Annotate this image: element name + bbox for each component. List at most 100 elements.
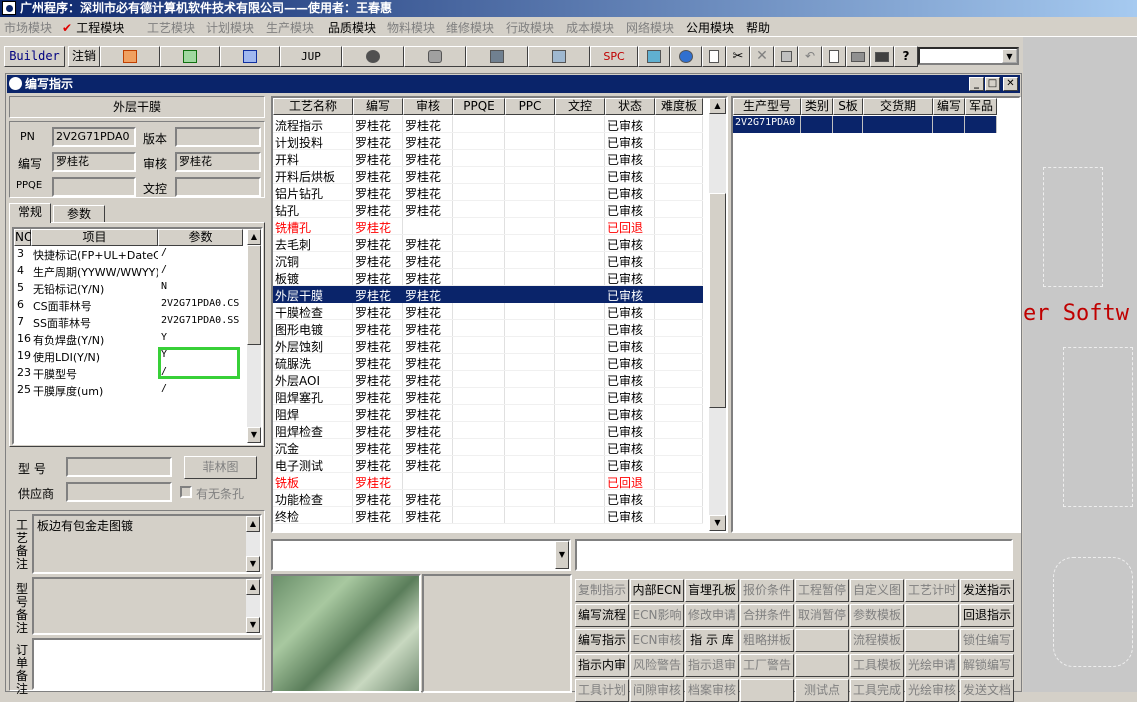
process-row[interactable]: 硫脲洗 罗桂花 罗桂花 已审核 <box>273 354 703 371</box>
param-row[interactable]: 25 干膜厚度(um) / <box>14 382 246 399</box>
process-header-7[interactable]: 难度板 <box>655 98 703 115</box>
action-button-2-3[interactable]: 粗略拼板 <box>740 629 794 652</box>
chevron-down-icon[interactable]: ▼ <box>1002 49 1017 63</box>
action-button-0-1[interactable]: 内部ECN <box>630 579 684 602</box>
product-header-4[interactable]: 编写 <box>933 98 965 115</box>
product-table[interactable]: 生产型号 类别 S板 交货期 编写 军品 2V2G71PDA0 <box>731 96 1021 533</box>
pn-field[interactable]: 2V2G71PDA0 <box>52 127 136 147</box>
param-row[interactable]: 23 干膜型号 / <box>14 365 246 382</box>
process-row[interactable]: 去毛刺 罗桂花 罗桂花 已审核 <box>273 235 703 252</box>
action-button-4-1[interactable]: 间隙审核 <box>630 679 684 702</box>
action-button-2-4[interactable] <box>795 629 849 652</box>
process-header-0[interactable]: 工艺名称 <box>273 98 353 115</box>
action-button-1-5[interactable]: 参数模板 <box>850 604 904 627</box>
action-button-0-5[interactable]: 自定义图 <box>850 579 904 602</box>
process-row[interactable]: 功能检查 罗桂花 罗桂花 已审核 <box>273 490 703 507</box>
binoculars-button[interactable] <box>870 46 894 67</box>
supplier-field[interactable] <box>66 482 172 502</box>
process-row[interactable]: 计划投料 罗桂花 罗桂花 已审核 <box>273 133 703 150</box>
action-button-4-3[interactable] <box>740 679 794 702</box>
menu-item-3[interactable]: 计划模块 <box>206 19 254 36</box>
process-header-1[interactable]: 编写 <box>353 98 403 115</box>
model-note-field[interactable]: ▲ ▼ <box>32 577 262 635</box>
product-header-2[interactable]: S板 <box>833 98 863 115</box>
model-field[interactable] <box>66 457 172 477</box>
action-button-1-3[interactable]: 合拼条件 <box>740 604 794 627</box>
action-button-2-2[interactable]: 指 示 库 <box>685 629 739 652</box>
action-button-1-1[interactable]: ECN影响 <box>630 604 684 627</box>
process-header-2[interactable]: 审核 <box>403 98 453 115</box>
process-header-4[interactable]: PPC <box>505 98 555 115</box>
delete-button[interactable]: ✕ <box>750 46 774 67</box>
action-button-3-5[interactable]: 工具模板 <box>850 654 904 677</box>
film-image-button[interactable]: 菲林图 <box>184 456 257 479</box>
action-button-3-3[interactable]: 工厂警告 <box>740 654 794 677</box>
process-header-5[interactable]: 文控 <box>555 98 605 115</box>
help-button[interactable]: ? <box>894 46 918 67</box>
process-row[interactable]: 钻孔 罗桂花 罗桂花 已审核 <box>273 201 703 218</box>
logout-button[interactable]: 注销 <box>68 46 100 67</box>
action-button-1-2[interactable]: 修改申请 <box>685 604 739 627</box>
param-row[interactable]: 4 生产周期(YYWW/WWYY) / <box>14 263 246 280</box>
craft-note-field[interactable]: 板边有包金走图镀 ▲ ▼ <box>32 514 262 574</box>
action-button-1-0[interactable]: 编写流程 <box>575 604 629 627</box>
param-row[interactable]: 19 使用LDI(Y/N) Y <box>14 348 246 365</box>
process-row[interactable]: 终检 罗桂花 罗桂花 已审核 <box>273 507 703 524</box>
process-row[interactable]: 干膜检查 罗桂花 罗桂花 已审核 <box>273 303 703 320</box>
print-preview-button[interactable] <box>822 46 846 67</box>
menu-item-10[interactable]: 网络模块 <box>626 19 674 36</box>
menu-item-2[interactable]: 工艺模块 <box>147 19 195 36</box>
chevron-down-icon[interactable]: ▼ <box>555 541 569 569</box>
excel-button[interactable] <box>160 46 220 67</box>
process-row[interactable]: 铣板 罗桂花 已回退 <box>273 473 703 490</box>
process-row[interactable]: 阻焊 罗桂花 罗桂花 已审核 <box>273 405 703 422</box>
action-button-1-6[interactable] <box>905 604 959 627</box>
menu-item-9[interactable]: 成本模块 <box>566 19 614 36</box>
menu-item-8[interactable]: 行政模块 <box>506 19 554 36</box>
ie-button[interactable] <box>670 46 702 67</box>
spc-button[interactable]: SPC <box>590 46 638 67</box>
process-header-6[interactable]: 状态 <box>605 98 655 115</box>
action-button-4-7[interactable]: 发送文档 <box>960 679 1014 702</box>
toolbar-combo[interactable]: ▼ <box>918 47 1019 65</box>
action-button-4-5[interactable]: 工具完成 <box>850 679 904 702</box>
action-button-3-6[interactable]: 光绘申请 <box>905 654 959 677</box>
process-row[interactable]: 阻焊检查 罗桂花 罗桂花 已审核 <box>273 422 703 439</box>
builder-button[interactable]: Builder <box>4 46 65 67</box>
process-row[interactable]: 开料 罗桂花 罗桂花 已审核 <box>273 150 703 167</box>
param-row[interactable]: 3 快捷标记(FP+UL+DateC / <box>14 246 246 263</box>
action-button-0-2[interactable]: 盲埋孔板 <box>685 579 739 602</box>
minimize-button[interactable]: _ <box>969 77 984 91</box>
action-button-1-4[interactable]: 取消暂停 <box>795 604 849 627</box>
param-table[interactable]: NO 项目 参数 ▲ ▼ 3 快捷标记(FP+UL+DateC/4 生产周期(YYW… <box>12 227 263 445</box>
close-button[interactable]: ✕ <box>1003 77 1018 91</box>
process-row[interactable]: 外层AOI 罗桂花 罗桂花 已审核 <box>273 371 703 388</box>
database-button[interactable] <box>404 46 466 67</box>
tab-general[interactable]: 常规 <box>9 203 51 223</box>
process-row[interactable]: 阻焊塞孔 罗桂花 罗桂花 已审核 <box>273 388 703 405</box>
product-header-3[interactable]: 交货期 <box>863 98 933 115</box>
message-field[interactable] <box>575 539 1013 571</box>
action-button-0-7[interactable]: 发送指示 <box>960 579 1014 602</box>
process-row[interactable]: 电子测试 罗桂花 罗桂花 已审核 <box>273 456 703 473</box>
computer-button[interactable] <box>528 46 590 67</box>
product-header-0[interactable]: 生产型号 <box>733 98 801 115</box>
save-button[interactable] <box>774 46 798 67</box>
menu-item-6[interactable]: 物料模块 <box>387 19 435 36</box>
param-row[interactable]: 16 有负焊盘(Y/N) Y <box>14 331 246 348</box>
product-header-1[interactable]: 类别 <box>801 98 833 115</box>
process-row[interactable]: 流程指示 罗桂花 罗桂花 已审核 <box>273 116 703 133</box>
process-row[interactable]: 沉金 罗桂花 罗桂花 已审核 <box>273 439 703 456</box>
menu-item-1[interactable]: ✔ 工程模块 <box>62 19 124 36</box>
process-row[interactable]: 沉铜 罗桂花 罗桂花 已审核 <box>273 252 703 269</box>
action-button-4-6[interactable]: 光绘审核 <box>905 679 959 702</box>
action-button-2-5[interactable]: 流程模板 <box>850 629 904 652</box>
action-button-3-7[interactable]: 解锁编写 <box>960 654 1014 677</box>
process-header-3[interactable]: PPQE <box>453 98 505 115</box>
print-button[interactable] <box>846 46 870 67</box>
jup-button[interactable]: JUP <box>280 46 342 67</box>
author-field[interactable]: 罗桂花 <box>52 152 136 172</box>
action-button-4-0[interactable]: 工具计划 <box>575 679 629 702</box>
product-header-5[interactable]: 军品 <box>965 98 997 115</box>
process-table[interactable]: ▲ ▼ 工艺名称 编写 审核 PPQE PPC 文控 状态 难度板 流程指示 罗桂花 罗桂花 已审核计… <box>271 96 728 533</box>
